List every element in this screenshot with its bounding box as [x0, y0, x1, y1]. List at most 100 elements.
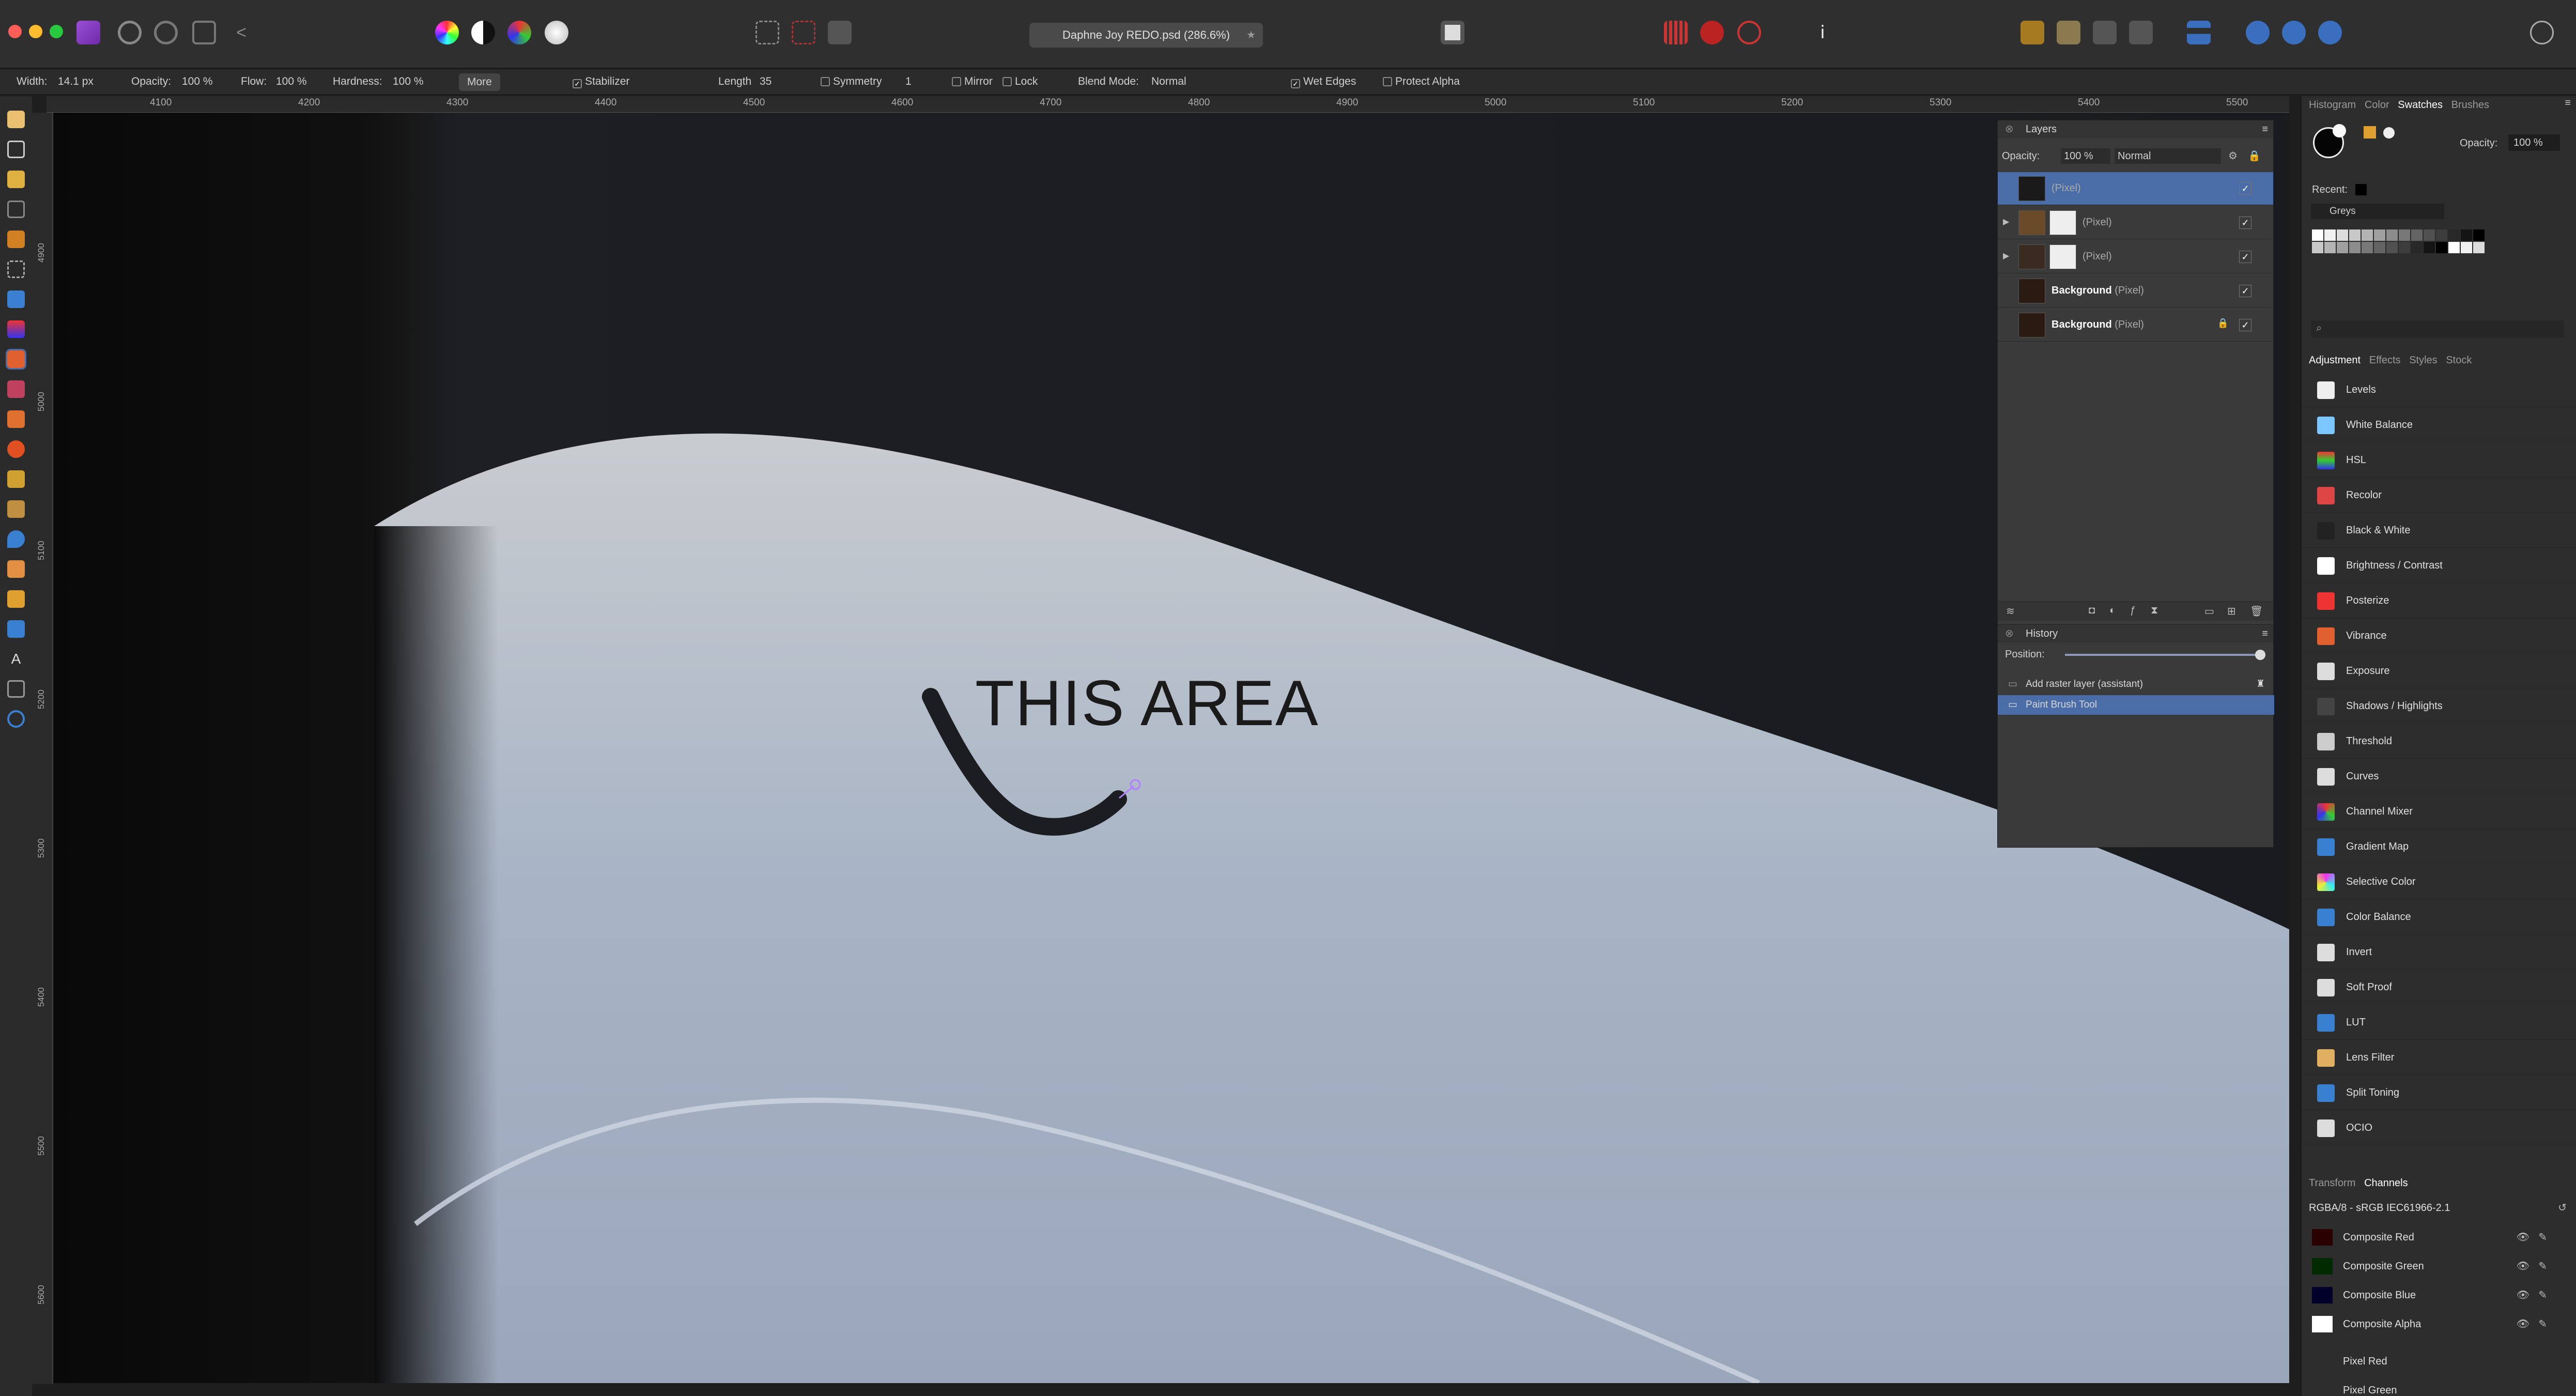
- pixel-channel-row[interactable]: Pixel Green: [2302, 1376, 2576, 1396]
- width-field[interactable]: 14.1 px: [58, 75, 94, 88]
- crop-tool-icon[interactable]: [7, 201, 25, 218]
- close-window-button[interactable]: [8, 25, 22, 38]
- layer-visibility-checkbox[interactable]: ✓: [2239, 285, 2251, 297]
- pen-tool-icon[interactable]: [7, 590, 25, 608]
- layer-visibility-checkbox[interactable]: ✓: [2239, 217, 2251, 229]
- grey-swatch[interactable]: [2349, 229, 2361, 241]
- tab-effects[interactable]: Effects: [2369, 355, 2401, 366]
- channel-row[interactable]: Composite Red 👁 ✎: [2302, 1223, 2576, 1252]
- opacity-field[interactable]: 100 %: [182, 75, 213, 88]
- export-persona-icon[interactable]: <: [229, 21, 253, 44]
- adjustment-item[interactable]: Posterize: [2302, 583, 2576, 618]
- layer-lock-icon[interactable]: 🔒: [2248, 145, 2261, 167]
- photo-persona-icon[interactable]: [76, 21, 100, 44]
- stabilizer-checkbox[interactable]: ✓: [573, 79, 582, 88]
- layer-row[interactable]: ▶ (Pixel) ✓: [1998, 206, 2273, 239]
- grey-swatch[interactable]: [2337, 242, 2348, 253]
- layer-visibility-checkbox[interactable]: ✓: [2239, 182, 2251, 195]
- adjustment-item[interactable]: Shadows / Highlights: [2302, 688, 2576, 724]
- adjustment-item[interactable]: Color Balance: [2302, 899, 2576, 934]
- adjustment-item[interactable]: Gradient Map: [2302, 829, 2576, 864]
- adjustment-item[interactable]: Invert: [2302, 934, 2576, 970]
- adjustment-item[interactable]: Black & White: [2302, 513, 2576, 548]
- selection-brush-tool-icon[interactable]: [7, 231, 25, 248]
- gradient-tool-icon[interactable]: [7, 320, 25, 338]
- grey-swatch[interactable]: [2362, 229, 2373, 241]
- color-replacement-tool-icon[interactable]: [7, 380, 25, 398]
- tab-stock[interactable]: Stock: [2446, 355, 2472, 366]
- studio-icon[interactable]: [2282, 21, 2306, 44]
- adjustment-item[interactable]: White Balance: [2302, 407, 2576, 442]
- mesh-warp-tool-icon[interactable]: [7, 680, 25, 698]
- adjustment-item[interactable]: Vibrance: [2302, 618, 2576, 653]
- zoom-window-button[interactable]: [50, 25, 63, 38]
- arrange-forward-icon[interactable]: [2057, 21, 2080, 44]
- history-item-selected[interactable]: ▭ Paint Brush Tool: [1998, 695, 2274, 715]
- color-wheel-icon[interactable]: [435, 21, 459, 44]
- grid-icon[interactable]: [1664, 21, 1688, 44]
- pencil-icon[interactable]: ✎: [2538, 1281, 2547, 1310]
- tab-adjustment[interactable]: Adjustment: [2309, 355, 2361, 366]
- add-mask-icon[interactable]: ◘: [2089, 605, 2095, 617]
- grey-swatch[interactable]: [2473, 242, 2485, 253]
- adjustment-item[interactable]: Split Toning: [2302, 1075, 2576, 1110]
- adjustment-item[interactable]: Selective Color: [2302, 864, 2576, 899]
- document-title-tab[interactable]: Daphne Joy REDO.psd (286.6%) ★: [1029, 23, 1263, 48]
- marquee-tool-icon[interactable]: [7, 260, 25, 278]
- grey-swatch[interactable]: [2324, 229, 2336, 241]
- secondary-color-well[interactable]: [2333, 124, 2346, 137]
- liquify-persona-icon[interactable]: [118, 21, 142, 44]
- white-balance-icon[interactable]: [545, 21, 568, 44]
- close-document-icon[interactable]: ★: [1246, 23, 1256, 48]
- contrast-icon[interactable]: [471, 21, 495, 44]
- adjustment-item[interactable]: LUT: [2302, 1005, 2576, 1040]
- macro-icon[interactable]: [1737, 21, 1761, 44]
- grey-swatch[interactable]: [2461, 229, 2472, 241]
- flow-field[interactable]: 100 %: [276, 75, 307, 88]
- tone-mapping-persona-icon[interactable]: [192, 21, 216, 44]
- grey-swatch[interactable]: [2399, 229, 2410, 241]
- add-fx-icon[interactable]: ƒ: [2130, 605, 2136, 617]
- swatch-opacity-field[interactable]: 100 %: [2508, 134, 2560, 151]
- grey-swatch[interactable]: [2374, 229, 2385, 241]
- eye-icon[interactable]: 👁: [2517, 1252, 2529, 1281]
- adjustment-item[interactable]: Soft Proof: [2302, 970, 2576, 1005]
- grey-swatch[interactable]: [2312, 229, 2323, 241]
- palette-select[interactable]: Greys: [2311, 204, 2444, 219]
- flood-fill-tool-icon[interactable]: [7, 290, 25, 308]
- adjustment-item[interactable]: Channel Mixer: [2302, 794, 2576, 829]
- pencil-icon[interactable]: ✎: [2538, 1310, 2547, 1339]
- share-icon[interactable]: [2318, 21, 2342, 44]
- tab-swatches[interactable]: Swatches: [2398, 99, 2443, 111]
- adjustment-item[interactable]: Levels: [2302, 372, 2576, 407]
- align-left-icon[interactable]: [2187, 21, 2211, 44]
- symmetry-count-field[interactable]: 1: [905, 75, 912, 88]
- reset-channels-icon[interactable]: ↺: [2558, 1201, 2567, 1214]
- zoom-tool-icon[interactable]: [7, 710, 25, 728]
- move-tool-icon[interactable]: [7, 141, 25, 158]
- layers-stack-icon[interactable]: ≋: [2006, 605, 2015, 618]
- pencil-icon[interactable]: ✎: [2538, 1223, 2547, 1252]
- grey-swatch[interactable]: [2436, 229, 2447, 241]
- blur-brush-tool-icon[interactable]: [7, 530, 25, 548]
- adjustment-item[interactable]: Exposure: [2302, 653, 2576, 688]
- layer-row[interactable]: Background (Pixel) ✓: [1998, 274, 2273, 308]
- symmetry-toggle[interactable]: Symmetry: [821, 75, 882, 88]
- add-adjustment-icon[interactable]: ◐: [2109, 605, 2116, 617]
- close-panel-icon[interactable]: ⊗: [2005, 120, 2014, 138]
- grey-swatch[interactable]: [2362, 242, 2373, 253]
- adjustment-item[interactable]: Curves: [2302, 759, 2576, 794]
- delete-layer-icon[interactable]: 🗑: [2250, 605, 2263, 618]
- deselect-icon[interactable]: [792, 21, 815, 44]
- swap-colors-icon[interactable]: [2383, 127, 2395, 139]
- pixel-channel-row[interactable]: Pixel Red: [2302, 1347, 2576, 1376]
- wet-edges-checkbox[interactable]: ✓: [1291, 79, 1300, 88]
- layer-visibility-checkbox[interactable]: ✓: [2239, 319, 2251, 331]
- rectangle-tool-icon[interactable]: [7, 620, 25, 638]
- eyedropper-icon[interactable]: [2364, 126, 2376, 139]
- text-tool-icon[interactable]: A: [7, 650, 25, 668]
- adjustment-item[interactable]: Lens Filter: [2302, 1040, 2576, 1075]
- history-slider-handle[interactable]: [2255, 650, 2265, 660]
- expand-layer-icon[interactable]: ▶: [2003, 217, 2009, 227]
- close-history-icon[interactable]: ⊗: [2005, 625, 2014, 642]
